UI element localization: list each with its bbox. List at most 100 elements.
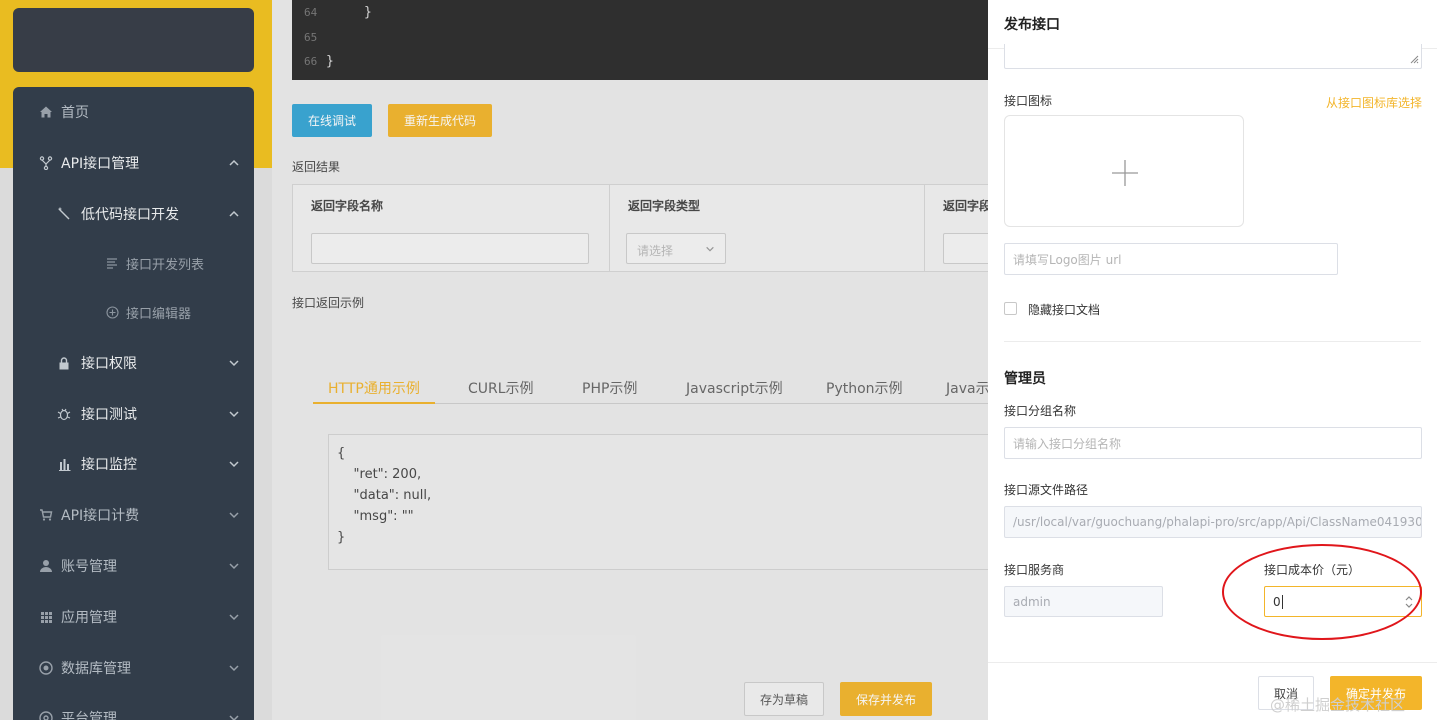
sidebar-item-label: 接口权限	[81, 356, 137, 372]
logo-url-input[interactable]: 请填写Logo图片 url	[1004, 243, 1338, 275]
active-tab-indicator	[313, 402, 435, 404]
line-number: 65	[304, 31, 318, 44]
field-name-input[interactable]	[311, 233, 589, 264]
sidebar-item-database[interactable]: 数据库管理	[13, 648, 254, 688]
regenerate-code-button[interactable]: 重新生成代码	[388, 104, 492, 137]
section-divider	[1004, 341, 1421, 342]
sidebar-item-label: 账号管理	[61, 559, 117, 575]
hide-doc-checkbox[interactable]	[1004, 302, 1017, 315]
tab-php[interactable]: PHP示例	[582, 378, 637, 398]
select-placeholder: 请选择	[637, 244, 674, 258]
list-icon	[105, 256, 119, 270]
hide-doc-label: 隐藏接口文档	[1028, 303, 1101, 317]
sidebar-item-editor[interactable]: 接口编辑器	[13, 292, 254, 332]
chevron-down-icon	[228, 611, 240, 623]
example-tabs: HTTP通用示例 CURL示例 PHP示例 Javascript示例 Pytho…	[313, 366, 1013, 404]
tab-java[interactable]: Java示	[946, 378, 990, 398]
description-textarea[interactable]	[1004, 44, 1422, 69]
provider-label: 接口服务商	[1004, 563, 1065, 577]
chevron-down-icon	[228, 458, 240, 470]
sidebar-item-label: 接口测试	[81, 407, 137, 423]
sidebar-item-home[interactable]: 首页	[13, 92, 254, 132]
tab-javascript[interactable]: Javascript示例	[686, 378, 783, 398]
chevron-down-icon	[228, 408, 240, 420]
sidebar-item-label: API接口管理	[61, 156, 140, 172]
chevron-up-icon	[228, 157, 240, 169]
logo-area	[13, 8, 254, 72]
database-icon	[39, 661, 53, 675]
group-name-label: 接口分组名称	[1004, 404, 1077, 418]
settings-icon	[39, 711, 53, 720]
chevron-down-icon	[228, 662, 240, 674]
plus-icon	[1112, 160, 1138, 186]
line-number: 64	[304, 6, 318, 19]
table-column: 返回字段名称	[293, 185, 610, 271]
sidebar-item-apps[interactable]: 应用管理	[13, 597, 254, 637]
field-type-select[interactable]: 请选择	[626, 233, 726, 264]
main-content: 64 } 65 66 } 在线调试 重新生成代码 返回结果 返回字段名称 返回字…	[272, 0, 1013, 720]
sidebar-item-label: 低代码接口开发	[81, 207, 179, 223]
sidebar-item-label: 接口开发列表	[126, 257, 205, 273]
plus-circle-icon	[105, 305, 119, 319]
group-name-input[interactable]: 请输入接口分组名称	[1004, 427, 1422, 459]
user-icon	[39, 559, 53, 573]
save-publish-button[interactable]: 保存并发布	[840, 682, 932, 716]
tab-curl[interactable]: CURL示例	[468, 378, 534, 398]
line-number: 66	[304, 55, 318, 68]
tab-python[interactable]: Python示例	[826, 378, 903, 398]
chevron-down-icon	[228, 712, 240, 720]
source-path-input: /usr/local/var/guochuang/phalapi-pro/src…	[1004, 506, 1422, 538]
resize-handle-icon[interactable]	[1409, 53, 1419, 67]
icon-library-link[interactable]: 从接口图标库选择	[1326, 94, 1422, 111]
annotation-highlight-ellipse	[1222, 544, 1422, 640]
bar-chart-icon	[57, 457, 71, 471]
code-line: }	[326, 54, 334, 69]
sidebar-item-label: 数据库管理	[61, 661, 131, 677]
json-example: { "ret": 200, "data": null, "msg": "" }	[328, 434, 998, 570]
code-line: }	[364, 5, 372, 20]
column-header: 返回字段	[943, 199, 992, 213]
admin-section-title: 管理员	[1004, 371, 1046, 387]
sidebar-item-label: API接口计费	[61, 508, 140, 524]
column-header: 返回字段名称	[311, 199, 384, 213]
drawer-title: 发布接口	[1004, 17, 1060, 33]
code-editor[interactable]: 64 } 65 66 }	[292, 0, 988, 80]
example-label: 接口返回示例	[292, 296, 365, 310]
sidebar-item-billing[interactable]: API接口计费	[13, 495, 254, 535]
return-result-label: 返回结果	[292, 160, 341, 174]
sidebar-item-platform[interactable]: 平台管理	[13, 698, 254, 720]
input-placeholder: 请填写Logo图片 url	[1013, 252, 1122, 267]
sidebar-item-lowcode-dev[interactable]: 低代码接口开发	[13, 194, 254, 234]
sidebar-item-permissions[interactable]: 接口权限	[13, 343, 254, 383]
table-column: 返回字段类型 请选择	[610, 185, 925, 271]
chevron-down-icon	[228, 357, 240, 369]
provider-input: admin	[1004, 586, 1163, 617]
save-draft-button[interactable]: 存为草稿	[744, 682, 824, 716]
home-icon	[39, 105, 53, 119]
sidebar-item-dev-list[interactable]: 接口开发列表	[13, 243, 254, 283]
chevron-down-icon	[705, 243, 715, 257]
bug-icon	[57, 407, 71, 421]
sidebar-item-label: 接口编辑器	[126, 306, 192, 322]
chevron-down-icon	[228, 560, 240, 572]
icon-label: 接口图标	[1004, 94, 1053, 108]
sidebar-item-api-management[interactable]: API接口管理	[13, 143, 254, 183]
chevron-down-icon	[228, 509, 240, 521]
magic-wand-icon	[57, 207, 71, 221]
sidebar-item-monitoring[interactable]: 接口监控	[13, 444, 254, 484]
sidebar-item-accounts[interactable]: 账号管理	[13, 546, 254, 586]
sidebar-item-label: 平台管理	[61, 711, 117, 720]
footer-divider	[988, 662, 1437, 663]
tab-http[interactable]: HTTP通用示例	[328, 378, 420, 398]
online-debug-button[interactable]: 在线调试	[292, 104, 372, 137]
watermark: @稀土掘金技术社区	[1270, 696, 1406, 714]
fork-icon	[39, 156, 53, 170]
input-value: admin	[1013, 594, 1051, 609]
sidebar-item-label: 首页	[61, 105, 89, 121]
chevron-up-icon	[228, 208, 240, 220]
sidebar-item-testing[interactable]: 接口测试	[13, 394, 254, 434]
return-fields-table: 返回字段名称 返回字段类型 请选择 返回字段	[292, 184, 1009, 272]
sidebar: 首页 API接口管理 低代码接口开发 接口开发列表 接口编辑器 接口权限 接口测…	[13, 87, 254, 720]
sidebar-item-label: 接口监控	[81, 457, 137, 473]
icon-upload[interactable]	[1004, 115, 1244, 227]
